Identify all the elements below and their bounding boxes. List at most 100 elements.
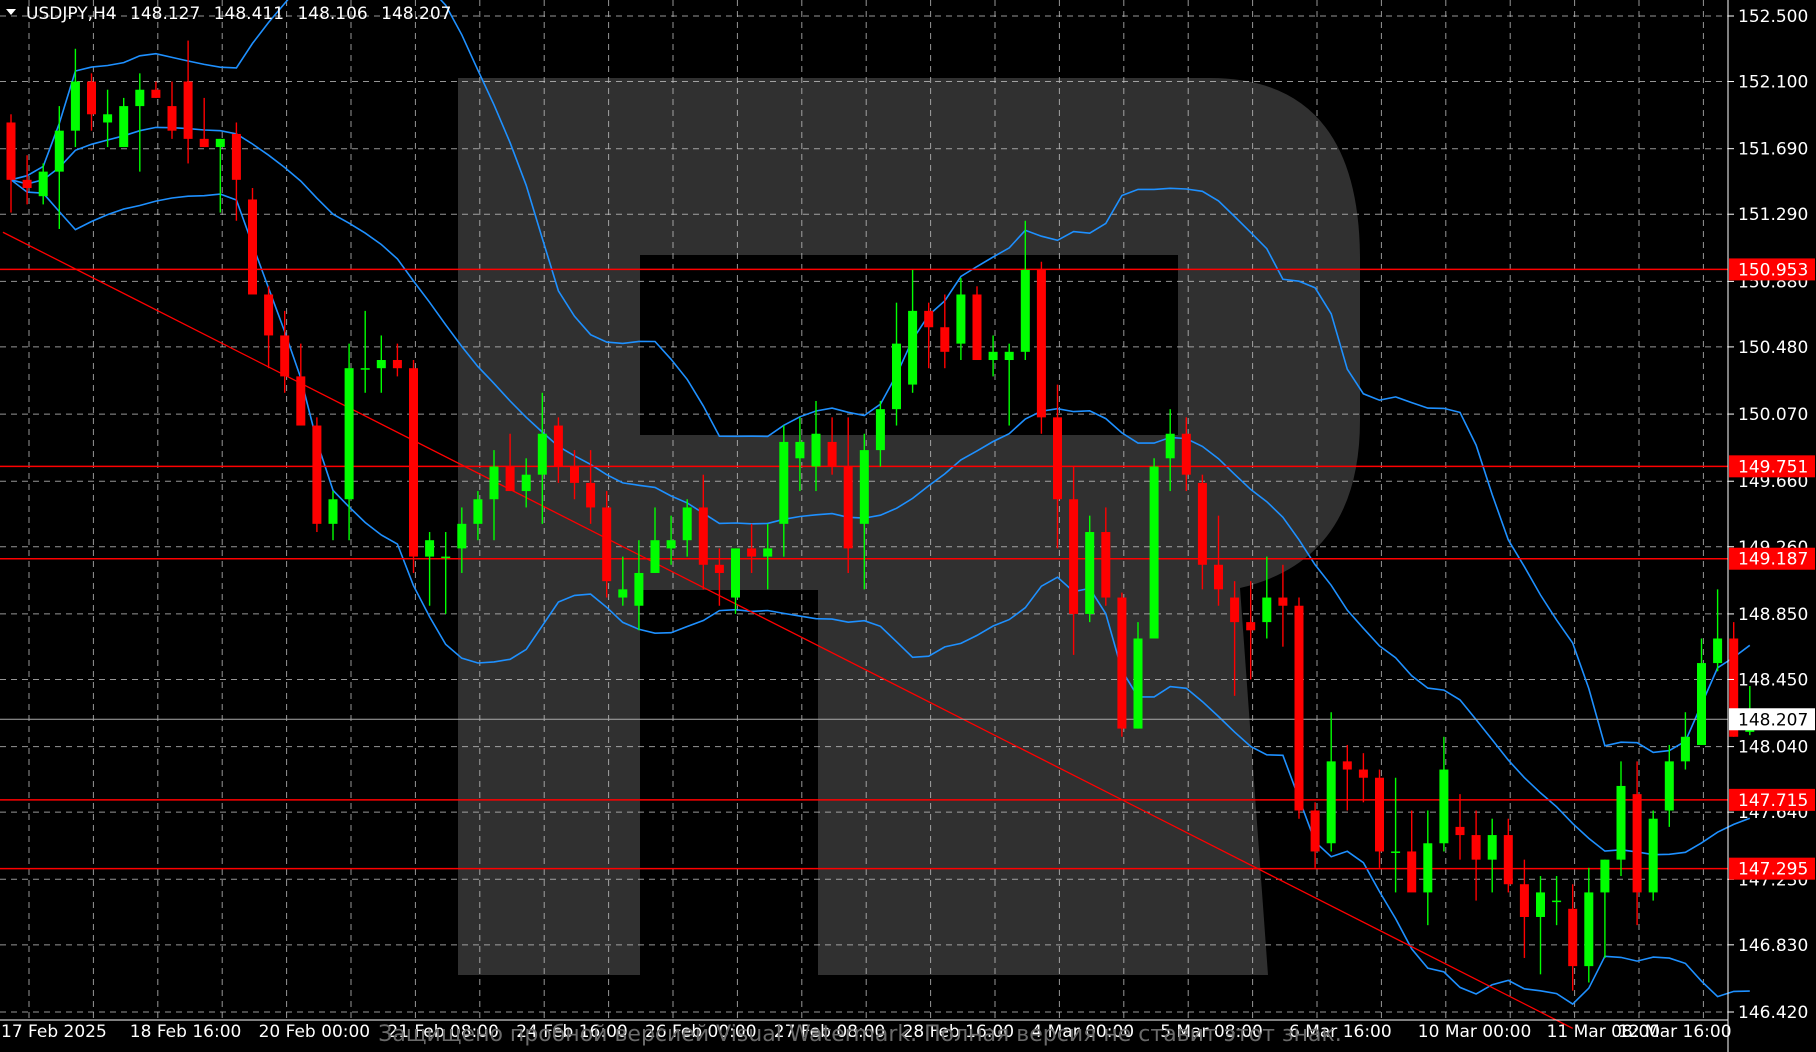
candle-body [1262, 597, 1272, 623]
x-tick-label: 17 Feb 2025 [1, 1022, 107, 1042]
candle-body [1584, 892, 1594, 967]
candle-body [1004, 351, 1014, 361]
header-low: 148.106 [297, 4, 367, 24]
candle-body [1568, 908, 1578, 967]
candle-body [714, 564, 724, 573]
candle-body [779, 441, 789, 524]
candle-body [54, 130, 64, 172]
trial-watermark: Защищено пробной версией Visual Watermar… [378, 1022, 1342, 1047]
candle-body [618, 589, 628, 598]
watermark-logo [458, 78, 1360, 975]
candle-body [135, 89, 145, 107]
candle-body [1165, 433, 1175, 459]
candle [409, 360, 418, 573]
y-tick-label: 148.040 [1738, 738, 1808, 758]
candle-body [731, 548, 740, 598]
candle-body [312, 425, 322, 524]
y-tick-label: 148.450 [1738, 670, 1808, 690]
candle-body [1197, 482, 1207, 565]
y-tick-label: 150.070 [1738, 405, 1808, 425]
candle-body [1326, 761, 1336, 844]
candle-body [972, 294, 982, 361]
header-high: 148.411 [214, 4, 284, 24]
candle-body [183, 81, 193, 139]
price-chart[interactable]: 152.500152.100151.690151.290150.880150.4… [0, 0, 1816, 1052]
candle-body [392, 360, 402, 369]
candle-body [1519, 884, 1529, 917]
x-tick-label: 18 Feb 16:00 [130, 1022, 242, 1042]
candle-body [1713, 638, 1723, 664]
candle-body [280, 335, 290, 377]
level-price-tag-label: 147.715 [1738, 791, 1808, 811]
candle-body [763, 548, 773, 557]
candle [972, 286, 982, 361]
candle-body [22, 179, 32, 189]
candle-body [1133, 638, 1143, 729]
level-price-tag-label: 147.295 [1738, 860, 1808, 880]
chart-header: USDJPY,H4 148.127 148.411 148.106 148.20… [6, 4, 451, 24]
candle [1648, 810, 1658, 901]
candle-body [988, 351, 998, 361]
candle-body [103, 114, 113, 123]
candle-body [570, 466, 579, 483]
candle-body [1552, 900, 1562, 903]
candle-body [1697, 663, 1706, 745]
candle-body [1680, 736, 1690, 762]
header-open: 148.127 [130, 4, 200, 24]
candle-body [231, 133, 241, 180]
candle-body [1471, 835, 1481, 860]
candle-body [1020, 269, 1030, 352]
candle-body [1085, 532, 1095, 614]
candle-body [1278, 597, 1288, 606]
candle-body [666, 540, 676, 549]
candle-body [537, 433, 547, 475]
candle-body [151, 89, 161, 98]
candle-body [328, 499, 338, 524]
candle-body [215, 138, 225, 148]
level-price-tag-label: 149.751 [1738, 457, 1808, 477]
candle-body [489, 466, 499, 500]
candle-body [843, 466, 853, 549]
candle-body [1503, 835, 1513, 885]
candle-body [248, 199, 257, 295]
candle-body [1149, 466, 1159, 639]
candle-body [1375, 777, 1384, 852]
candle-body [1053, 417, 1062, 500]
candle-body [1310, 810, 1320, 852]
y-tick-label: 152.100 [1738, 73, 1808, 93]
candle-body [1181, 433, 1191, 475]
candle-body [1600, 859, 1610, 893]
candle-body [940, 327, 950, 352]
candle-body [1294, 605, 1304, 811]
candle-body [87, 81, 96, 115]
candle-body [360, 368, 370, 370]
candle-body [1230, 597, 1240, 623]
candle [1294, 597, 1304, 819]
candle-body [634, 572, 644, 606]
level-price-tag-label: 150.953 [1738, 260, 1808, 280]
candle [1036, 261, 1046, 434]
y-tick-label: 146.830 [1738, 936, 1808, 956]
candle-body [6, 122, 16, 180]
candle-body [1358, 769, 1368, 778]
candle-body [875, 409, 885, 451]
x-tick-label: 20 Feb 00:00 [259, 1022, 371, 1042]
candle-body [698, 507, 708, 565]
candle-body [586, 482, 596, 508]
candle [248, 188, 257, 295]
candle-body [376, 360, 386, 369]
candle-body [167, 106, 177, 131]
candle-body [908, 310, 918, 385]
x-tick-label: 10 Mar 00:00 [1418, 1022, 1532, 1042]
candle-body [409, 368, 418, 557]
candle [1149, 458, 1159, 639]
candle-body [1391, 851, 1401, 853]
level-price-tag-label: 149.187 [1738, 550, 1808, 570]
candle-body [1069, 499, 1079, 614]
candle-body [1423, 843, 1433, 893]
candle-body [344, 368, 354, 500]
candle-body [747, 548, 757, 557]
candle-body [1101, 532, 1111, 598]
y-tick-label: 150.480 [1738, 338, 1808, 358]
candle-body [602, 507, 612, 582]
